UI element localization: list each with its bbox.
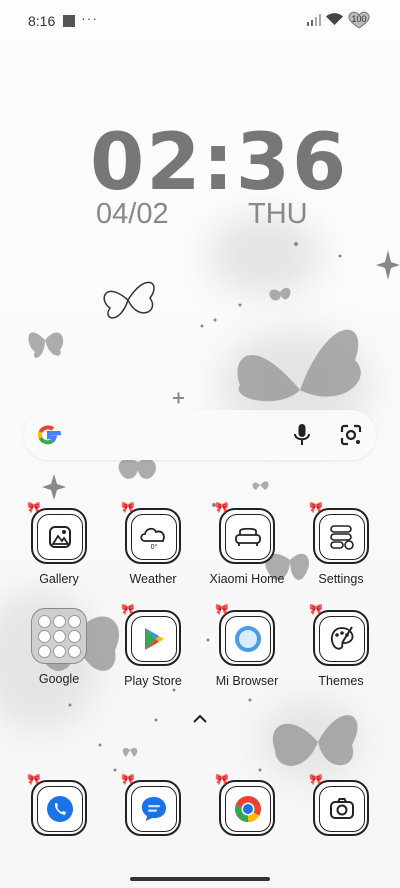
gesture-bar[interactable] (130, 877, 270, 881)
google-search-bar[interactable] (24, 410, 376, 460)
notification-icon (63, 15, 75, 27)
app-weather[interactable]: 🎀 0° Weather (103, 502, 203, 586)
messages-icon (141, 797, 166, 821)
app-label: Weather (129, 572, 177, 586)
gallery-icon (49, 526, 71, 548)
phone-icon (47, 796, 73, 822)
app-themes[interactable]: 🎀 Themes (291, 604, 391, 688)
app-label: Xiaomi Home (209, 572, 285, 586)
status-bar: 8:16 ··· 100 (0, 0, 400, 40)
clock-time[interactable]: 02:36 (90, 118, 348, 208)
palette-icon (330, 626, 354, 650)
app-play-store[interactable]: 🎀 Play Store (103, 604, 203, 688)
signal-icon (307, 14, 321, 26)
app-settings[interactable]: 🎀 Settings (291, 502, 391, 586)
chevron-up-icon[interactable] (193, 714, 207, 724)
sofa-icon (235, 527, 261, 546)
app-label: Play Store (124, 674, 182, 688)
app-label: Mi Browser (215, 674, 279, 688)
app-label: Google (38, 672, 80, 686)
folder-icon (31, 608, 87, 664)
battery-icon: 100 (347, 11, 371, 29)
google-g-icon (37, 425, 61, 445)
app-label: Settings (318, 572, 364, 586)
app-gallery[interactable]: 🎀 Gallery (9, 502, 109, 586)
status-time: 8:16 (28, 13, 56, 29)
weather-temp: 0° (150, 543, 158, 551)
app-xiaomi-home[interactable]: 🎀 Xiaomi Home (197, 502, 297, 586)
settings-icon (330, 525, 354, 550)
dock-phone[interactable]: 🎀 (9, 774, 109, 836)
battery-level: 100 (351, 14, 367, 24)
clock-day: THU (248, 198, 308, 230)
dock-messages[interactable]: 🎀 (103, 774, 203, 836)
camera-icon (330, 798, 354, 819)
dock-camera[interactable]: 🎀 (291, 774, 391, 836)
clock-date: 04/02 (96, 198, 169, 230)
app-label: Themes (318, 674, 364, 688)
weather-cloud-icon (140, 527, 165, 542)
play-store-icon (145, 628, 164, 650)
more-notifications-icon: ··· (81, 10, 98, 26)
chrome-icon (235, 796, 261, 823)
app-label: Gallery (39, 572, 79, 586)
browser-icon (235, 626, 261, 652)
lens-icon[interactable] (339, 423, 363, 447)
dock-chrome[interactable]: 🎀 (197, 774, 297, 836)
wifi-icon (326, 13, 343, 25)
app-mi-browser[interactable]: 🎀 Mi Browser (197, 604, 297, 688)
app-google-folder[interactable]: Google (9, 608, 109, 686)
mic-icon[interactable] (292, 423, 312, 447)
